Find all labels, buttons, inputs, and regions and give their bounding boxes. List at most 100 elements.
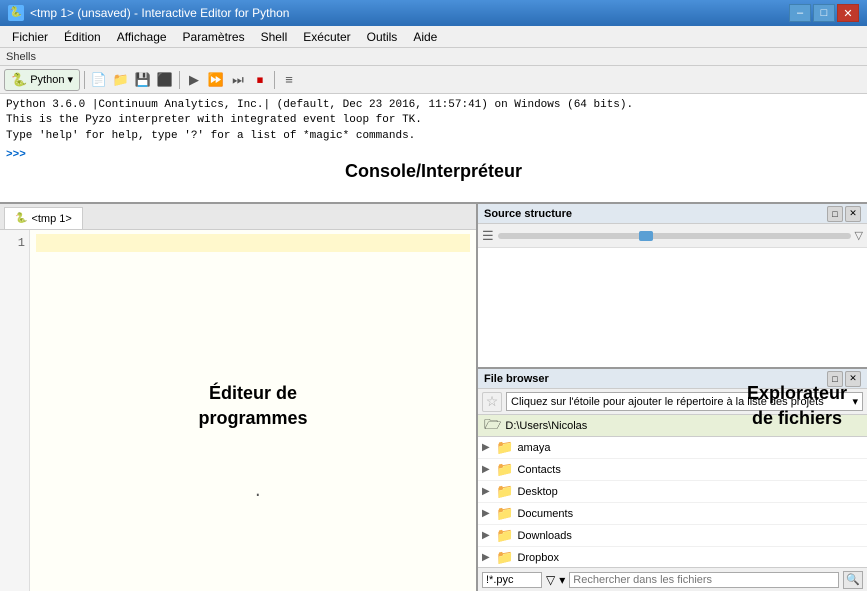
folder-icon: 📁 [496,549,513,566]
file-filter-input[interactable] [482,572,542,588]
file-browser-panel: File browser □ ✕ ☆ Cliquez sur l'étoile … [478,369,867,591]
file-search-input[interactable] [569,572,839,588]
filter-arrow: ▾ [559,573,565,587]
current-path-folder-icon: 🗁 [484,414,501,438]
list-item[interactable]: ▶ 📁 Desktop [478,481,867,503]
menu-shell[interactable]: Shell [253,26,296,47]
menu-executer[interactable]: Exécuter [295,26,358,47]
list-item[interactable]: ▶ 📁 Downloads [478,525,867,547]
source-structure-toolbar: ☰ ▽ [478,224,867,248]
menu-edition[interactable]: Édition [56,26,109,47]
current-path-bar: 🗁 D:\Users\Nicolas [478,415,867,437]
file-browser-toolbar: ☆ Cliquez sur l'étoile pour ajouter le r… [478,389,867,415]
python-selector-button[interactable]: 🐍 Python ▾ [4,69,80,91]
maximize-button[interactable]: □ [813,4,835,22]
source-structure-menu-icon: ☰ [482,228,494,244]
tab-label: <tmp 1> [31,213,71,225]
title-bar: 🐍 <tmp 1> (unsaved) - Interactive Editor… [0,0,867,26]
file-row-name: amaya [517,442,550,454]
file-row-arrow: ▶ [482,442,492,453]
file-row-arrow: ▶ [482,508,492,519]
editor-code-area[interactable]: Éditeur deprogrammes . [30,230,476,591]
close-file-button[interactable]: ⬛ [155,70,175,90]
folder-icon: 📁 [496,483,513,500]
extra-button[interactable]: ≡ [279,70,299,90]
source-structure-title: Source structure [484,208,572,220]
run-line-button[interactable]: ⏭ [228,70,248,90]
run-button[interactable]: ▶ [184,70,204,90]
source-structure-content [478,248,867,367]
add-to-projects-arrow: ▾ [852,395,858,408]
list-item[interactable]: ▶ 📁 amaya [478,437,867,459]
save-file-button[interactable]: 💾 [133,70,153,90]
toolbar-separator-1 [84,71,85,89]
file-row-name: Documents [517,508,573,520]
python-label: Python ▾ [30,73,73,86]
current-path-text: D:\Users\Nicolas [505,420,587,432]
menu-aide[interactable]: Aide [405,26,445,47]
file-row-name: Desktop [517,486,557,498]
title-controls: – □ ✕ [789,4,859,22]
console-line-3: Type 'help' for help, type '?' for a lis… [6,129,861,144]
menu-bar: Fichier Édition Affichage Paramètres She… [0,26,867,48]
source-structure-buttons: □ ✕ [827,206,861,222]
editor-dot: . [253,483,263,501]
stop-button[interactable]: ⏹ [250,70,270,90]
open-file-button[interactable]: 📁 [111,70,131,90]
toolbar: 🐍 Python ▾ 📄 📁 💾 ⬛ ▶ ⏩ ⏭ ⏹ ≡ [0,66,867,94]
minimize-button[interactable]: – [789,4,811,22]
menu-outils[interactable]: Outils [359,26,406,47]
source-structure-slider-thumb [639,231,653,241]
source-structure-slider[interactable] [498,233,851,239]
file-filter-bar: ▽ ▾ 🔍 [478,567,867,591]
close-button[interactable]: ✕ [837,4,859,22]
editor-tabs: 🐍 <tmp 1> [0,204,476,230]
file-browser-header: File browser □ ✕ [478,369,867,389]
file-browser-title: File browser [484,373,549,385]
file-row-name: Dropbox [517,552,559,564]
console-label: Console/Interpréteur [345,161,522,182]
tab-icon: 🐍 [15,213,27,224]
source-structure-filter-icon[interactable]: ▽ [855,229,863,242]
file-search-button[interactable]: 🔍 [843,571,863,589]
filter-icon: ▽ [546,573,555,587]
file-browser-buttons: □ ✕ [827,371,861,387]
menu-parametres[interactable]: Paramètres [175,26,253,47]
list-item[interactable]: ▶ 📁 Contacts [478,459,867,481]
console-area[interactable]: Python 3.6.0 |Continuum Analytics, Inc.|… [0,94,867,204]
source-structure-header: Source structure □ ✕ [478,204,867,224]
editor-label: Éditeur deprogrammes [198,380,307,430]
file-row-name: Downloads [517,530,571,542]
folder-icon: 📁 [496,527,513,544]
list-item[interactable]: ▶ 📁 Documents [478,503,867,525]
editor-content: 1 Éditeur deprogrammes . [0,230,476,591]
file-browser-close-button[interactable]: ✕ [845,371,861,387]
bottom-layout: 🐍 <tmp 1> 1 Éditeur deprogrammes . [0,204,867,591]
folder-icon: 📁 [496,505,513,522]
file-row-arrow: ▶ [482,486,492,497]
add-to-projects-button[interactable]: Cliquez sur l'étoile pour ajouter le rép… [506,392,863,411]
file-row-arrow: ▶ [482,530,492,541]
editor-panel: 🐍 <tmp 1> 1 Éditeur deprogrammes . [0,204,478,591]
right-panel: Source structure □ ✕ ☰ ▽ [478,204,867,591]
file-row-arrow: ▶ [482,552,492,563]
title-text: <tmp 1> (unsaved) - Interactive Editor f… [30,6,289,20]
file-browser-square-button[interactable]: □ [827,371,843,387]
source-structure-panel: Source structure □ ✕ ☰ ▽ [478,204,867,369]
app-icon: 🐍 [8,5,24,21]
file-row-name: Contacts [517,464,560,476]
new-file-button[interactable]: 📄 [89,70,109,90]
add-to-projects-label: Cliquez sur l'étoile pour ajouter le rép… [511,396,824,408]
title-bar-left: 🐍 <tmp 1> (unsaved) - Interactive Editor… [8,5,289,21]
list-item[interactable]: ▶ 📁 Dropbox [478,547,867,567]
source-structure-square-button[interactable]: □ [827,206,843,222]
menu-fichier[interactable]: Fichier [4,26,56,47]
console-line-2: This is the Pyzo interpreter with integr… [6,113,861,128]
star-button[interactable]: ☆ [482,392,502,412]
editor-tab-tmp1[interactable]: 🐍 <tmp 1> [4,207,83,229]
run-cell-button[interactable]: ⏩ [206,70,226,90]
source-structure-close-button[interactable]: ✕ [845,206,861,222]
menu-affichage[interactable]: Affichage [109,26,175,47]
shells-label: Shells [0,48,867,66]
line-numbers: 1 [0,230,30,591]
